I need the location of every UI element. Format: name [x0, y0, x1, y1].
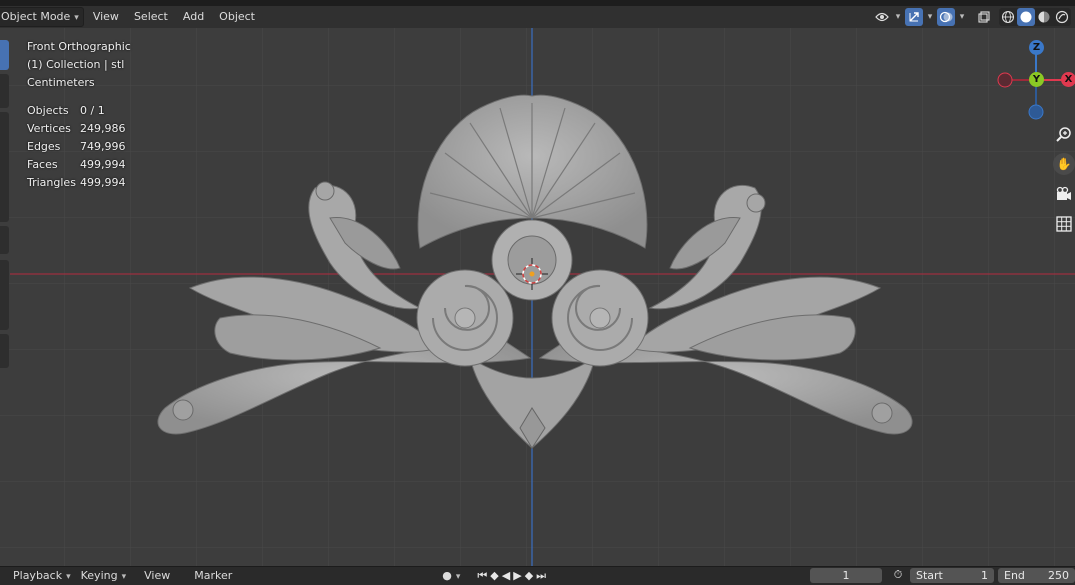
stat-value: 249,986: [80, 122, 126, 135]
stat-value: 0 / 1: [80, 104, 105, 117]
rendered-shading-icon[interactable]: [1053, 8, 1071, 26]
grid-icon[interactable]: [1053, 213, 1075, 235]
pan-hand-icon[interactable]: ✋: [1053, 153, 1075, 175]
timeline-header: Playback ▾ Keying ▾ View Marker ● ▾ ⏮ ◆ ◀ ▶…: [0, 566, 1075, 585]
jump-start-icon[interactable]: ⏮: [477, 569, 487, 583]
playback-menu[interactable]: Playback ▾: [8, 568, 76, 584]
solid-shading-icon[interactable]: [1017, 8, 1035, 26]
next-keyframe-icon[interactable]: ◆: [525, 569, 533, 583]
menu-select[interactable]: Select: [128, 8, 174, 26]
end-value: 250: [1048, 569, 1069, 582]
chevron-down-icon: ▾: [74, 13, 79, 23]
camera-icon[interactable]: [1053, 183, 1075, 205]
wireframe-shading-icon[interactable]: [999, 8, 1017, 26]
stat-value: 499,994: [80, 158, 126, 171]
stat-label: Objects: [27, 104, 69, 117]
stat-row: Triangles 499,994: [27, 174, 126, 192]
play-icon[interactable]: ▶: [513, 569, 521, 583]
menu-object[interactable]: Object: [213, 8, 261, 26]
stat-label: Faces: [27, 158, 58, 171]
prev-keyframe-icon[interactable]: ◆: [490, 569, 498, 583]
3d-viewport[interactable]: Z Y X ✋: [0, 28, 1075, 566]
menu-view[interactable]: View: [87, 8, 125, 26]
start-frame-field[interactable]: Start 1: [910, 568, 994, 583]
toolbar-tab[interactable]: [0, 260, 9, 330]
chevron-down-icon: ▾: [121, 572, 127, 582]
gizmo-icon[interactable]: [905, 8, 923, 26]
header-right-tools: ▾ ▾ ▾: [873, 8, 1071, 26]
menu-add[interactable]: Add: [177, 8, 210, 26]
toolbar-tab[interactable]: [0, 74, 9, 108]
chevron-down-icon: ▾: [455, 572, 461, 582]
stat-row: Faces 499,994: [27, 156, 126, 174]
chevron-down-icon: ▾: [66, 572, 71, 582]
play-reverse-icon[interactable]: ◀: [502, 569, 510, 583]
stat-value: 499,994: [80, 176, 126, 189]
units-label: Centimeters: [27, 76, 95, 89]
scene-statistics: Objects 0 / 1 Vertices 249,986 Edges 749,99…: [27, 102, 126, 192]
toolbar-tab[interactable]: [0, 226, 9, 254]
chevron-down-icon[interactable]: ▾: [893, 12, 903, 22]
view-info-overlay: Front Orthographic (1) Collection | stl …: [27, 38, 131, 92]
gizmo-y-axis[interactable]: Y: [1029, 72, 1044, 87]
start-label: Start: [916, 569, 943, 582]
stat-label: Edges: [27, 140, 61, 153]
visibility-icon[interactable]: [873, 8, 891, 26]
jump-end-icon[interactable]: ⏭: [536, 569, 546, 583]
view-name: Front Orthographic: [27, 40, 131, 53]
toolbar-tab-active[interactable]: [0, 40, 9, 70]
stat-label: Triangles: [27, 176, 76, 189]
stopwatch-icon[interactable]: ⏱: [890, 568, 906, 583]
keying-menu[interactable]: Keying ▾: [76, 568, 131, 584]
mode-selector[interactable]: Object Mode ▾: [0, 7, 84, 27]
stat-row: Objects 0 / 1: [27, 102, 126, 120]
keying-label: Keying: [80, 569, 118, 582]
chevron-down-icon[interactable]: ▾: [925, 12, 935, 22]
viewport-header: Object Mode ▾ View Select Add Object ▾ ▾ …: [0, 6, 1075, 28]
gizmo-z-axis[interactable]: Z: [1029, 40, 1044, 55]
zoom-icon[interactable]: [1053, 123, 1075, 145]
viewport-canvas: [0, 28, 1075, 566]
toolbar-tab[interactable]: [0, 112, 9, 222]
end-label: End: [1004, 569, 1025, 582]
gizmo-x-axis[interactable]: X: [1061, 72, 1075, 87]
playback-label: Playback: [13, 569, 63, 582]
start-value: 1: [981, 569, 988, 582]
current-frame-field[interactable]: 1: [810, 568, 882, 583]
stat-row: Vertices 249,986: [27, 120, 126, 138]
record-icon[interactable]: ● ▾: [437, 568, 465, 584]
shading-mode-group: [999, 8, 1071, 26]
toolbar-tab[interactable]: [0, 334, 9, 368]
material-shading-icon[interactable]: [1035, 8, 1053, 26]
overlay-icon[interactable]: [937, 8, 955, 26]
mode-label: Object Mode: [1, 10, 71, 23]
xray-icon[interactable]: [975, 8, 993, 26]
stat-label: Vertices: [27, 122, 71, 135]
chevron-down-icon[interactable]: ▾: [957, 12, 967, 22]
stat-row: Edges 749,996: [27, 138, 126, 156]
timeline-view-menu[interactable]: View: [139, 568, 175, 584]
end-frame-field[interactable]: End 250: [998, 568, 1075, 583]
marker-menu[interactable]: Marker: [189, 568, 237, 584]
collection-label: (1) Collection | stl: [27, 58, 125, 71]
stat-value: 749,996: [80, 140, 126, 153]
